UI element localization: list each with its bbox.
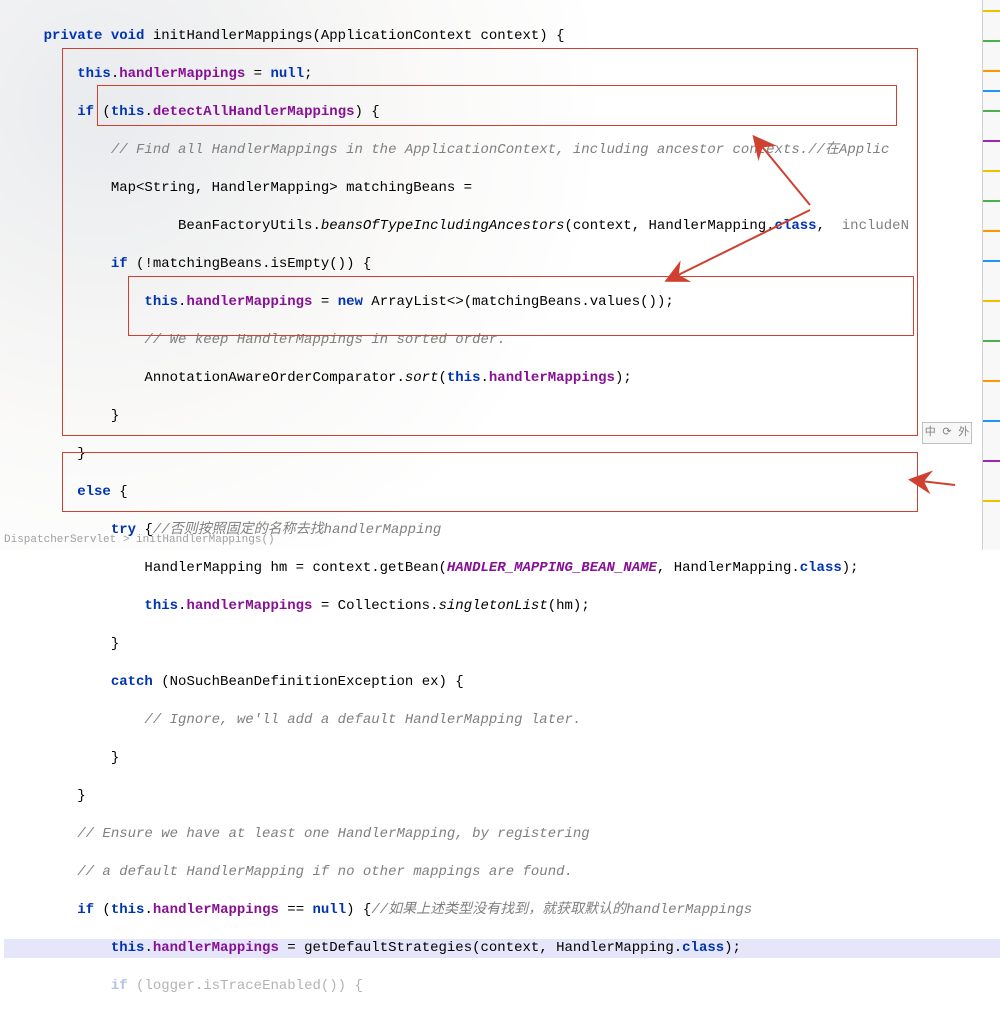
code-line: } [4,445,1000,464]
code-line: HandlerMapping hm = context.getBean(HAND… [4,559,1000,578]
code-line: BeanFactoryUtils.beansOfTypeIncludingAnc… [4,217,1000,236]
code-line: // We keep HandlerMappings in sorted ord… [4,331,1000,350]
code-line: this.handlerMappings = Collections.singl… [4,597,1000,616]
code-line: AnnotationAwareOrderComparator.sort(this… [4,369,1000,388]
floating-toolbox[interactable]: 中 ⟳ 外 [922,422,972,444]
code-line: catch (NoSuchBeanDefinitionException ex)… [4,673,1000,692]
code-line: else { [4,483,1000,502]
code-line: this.handlerMappings = null; [4,65,1000,84]
code-line: // Find all HandlerMappings in the Appli… [4,141,1000,160]
code-editor[interactable]: private void initHandlerMappings(Applica… [0,0,1000,1015]
code-line: } [4,407,1000,426]
minimap-gutter[interactable] [982,0,1000,550]
code-line: if (this.detectAllHandlerMappings) { [4,103,1000,122]
code-line: } [4,635,1000,654]
code-line: this.handlerMappings = new ArrayList<>(m… [4,293,1000,312]
code-line: // a default HandlerMapping if no other … [4,863,1000,882]
highlighted-code-line: this.handlerMappings = getDefaultStrateg… [4,939,1000,958]
code-line: if (logger.isTraceEnabled()) { [4,977,1000,996]
code-line: // Ignore, we'll add a default HandlerMa… [4,711,1000,730]
code-line: Map<String, HandlerMapping> matchingBean… [4,179,1000,198]
code-line: if (!matchingBeans.isEmpty()) { [4,255,1000,274]
breadcrumb-bar[interactable]: DispatcherServlet > initHandlerMappings(… [0,534,1000,550]
code-line: } [4,787,1000,806]
code-line: // Ensure we have at least one HandlerMa… [4,825,1000,844]
code-line: if (this.handlerMappings == null) {//如果上… [4,901,1000,920]
code-line: } [4,749,1000,768]
code-line: private void initHandlerMappings(Applica… [4,27,1000,46]
